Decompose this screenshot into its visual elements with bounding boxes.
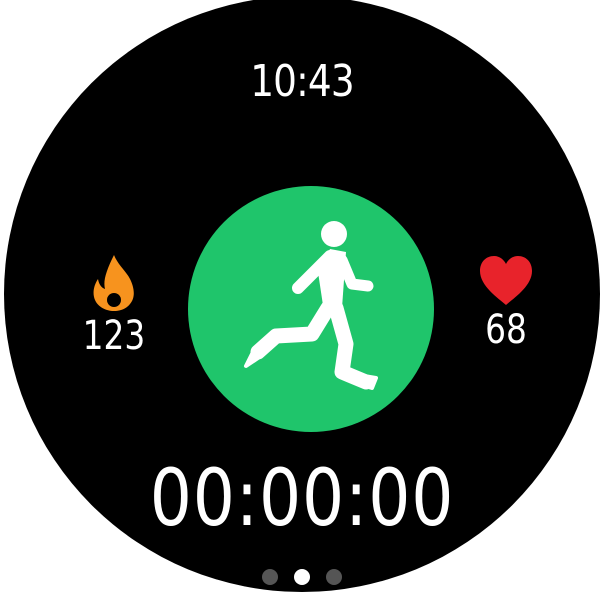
workout-timer: 00:00:00 (149, 454, 455, 544)
page-dot (326, 569, 342, 585)
watch-face: 10:43 123 68 00:00:00 (4, 0, 600, 592)
running-person-icon (244, 221, 378, 390)
heart-icon (480, 256, 532, 305)
calories-metric: 123 (54, 253, 174, 359)
page-dot (262, 569, 278, 585)
start-workout-button[interactable] (188, 186, 434, 432)
page-dot-active (294, 569, 310, 585)
page-indicator (0, 569, 604, 585)
calories-value: 123 (82, 313, 146, 359)
watch-screen: 10:43 123 68 00:00:00 (0, 0, 604, 595)
flame-icon (93, 255, 134, 311)
heart-rate-metric: 68 (446, 253, 566, 353)
heart-rate-value: 68 (485, 307, 527, 353)
clock-time: 10:43 (250, 56, 354, 107)
